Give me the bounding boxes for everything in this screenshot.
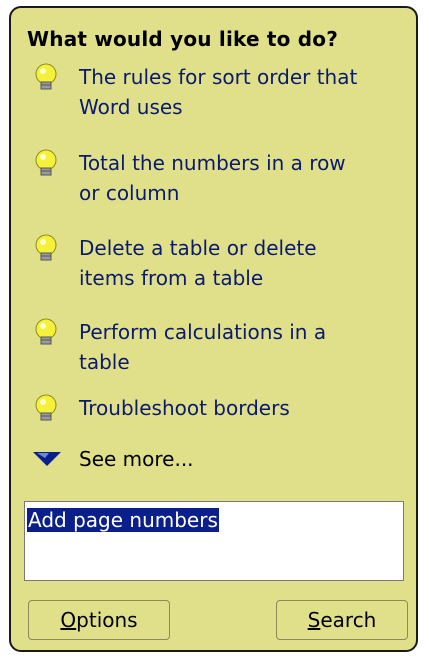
suggestion-item[interactable]: The rules for sort order that Word uses (31, 62, 409, 126)
suggestion-item[interactable]: Troubleshoot borders (31, 393, 409, 425)
balloon-title: What would you like to do? (27, 27, 339, 51)
suggestion-label: Delete a table or delete items from a ta… (79, 236, 317, 290)
suggestion-item[interactable]: Perform calculations in a table (31, 317, 409, 381)
suggestion-item[interactable]: Total the numbers in a row or column (31, 148, 409, 212)
options-button[interactable]: Options (28, 600, 170, 640)
options-label: ptions (76, 608, 138, 632)
options-mnemonic: O (60, 608, 77, 632)
lightbulb-icon (35, 234, 57, 261)
lightbulb-icon (35, 63, 57, 90)
suggestion-label: Troubleshoot borders (79, 396, 290, 420)
search-query-value: Add page numbers (27, 508, 219, 532)
office-assistant-balloon: What would you like to do? The rules for… (9, 6, 418, 652)
see-more-link[interactable]: See more... (31, 443, 231, 475)
see-more-label: See more... (79, 447, 194, 471)
search-button[interactable]: Search (276, 600, 408, 640)
suggestion-item[interactable]: Delete a table or delete items from a ta… (31, 233, 409, 297)
suggestion-label: The rules for sort order that Word uses (79, 65, 358, 119)
lightbulb-icon (35, 394, 57, 421)
suggestion-label: Perform calculations in a table (79, 320, 327, 374)
lightbulb-icon (35, 318, 57, 345)
search-mnemonic: S (307, 608, 321, 632)
lightbulb-icon (35, 149, 57, 176)
search-query-input[interactable]: Add page numbers (24, 501, 404, 581)
suggestion-label: Total the numbers in a row or column (79, 151, 346, 205)
search-label: earch (320, 608, 377, 632)
triangle-down-icon (33, 452, 61, 466)
